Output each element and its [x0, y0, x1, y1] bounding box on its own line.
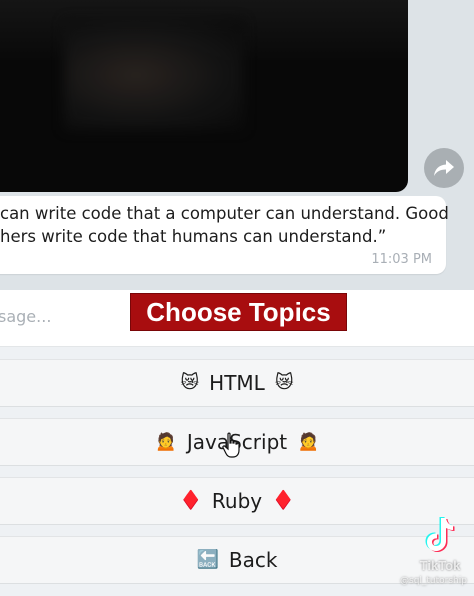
diamond-icon: ♦️: [272, 490, 295, 511]
keyboard-button-label: Back: [228, 548, 278, 572]
share-arrow-icon: [434, 160, 454, 176]
video-message[interactable]: [0, 0, 408, 192]
hand-pointer-icon: [222, 432, 240, 458]
message-line-1: can write code that a computer can under…: [0, 204, 449, 223]
share-button[interactable]: [424, 148, 464, 188]
tiktok-handle-text: @sql_tutorship: [400, 576, 467, 586]
frowning-person-icon: 🙍: [297, 431, 320, 452]
diamond-icon: ♦️: [179, 490, 202, 511]
tiktok-watermark: TikTok @sql_tutorship: [400, 514, 474, 596]
message-time: 11:03 PM: [371, 252, 432, 267]
crying-cat-icon: 😿: [274, 372, 294, 393]
video-frame-blur: [64, 20, 244, 130]
banner-title: Choose Topics: [146, 296, 331, 327]
back-arrow-icon: 🔙: [196, 549, 219, 570]
message-input-placeholder[interactable]: sage...: [0, 307, 51, 326]
message-line-2: hers write code that humans can understa…: [0, 227, 387, 246]
tiktok-logo-icon: [425, 517, 455, 552]
keyboard-button-label: HTML: [209, 371, 265, 395]
keyboard-button-html[interactable]: 😿 HTML 😿: [0, 359, 474, 407]
crying-cat-icon: 😿: [180, 372, 200, 393]
message-bubble: can write code that a computer can under…: [0, 196, 449, 274]
frowning-person-icon: 🙍: [154, 431, 177, 452]
choose-topics-banner: Choose Topics: [130, 293, 347, 331]
keyboard-button-label: Ruby: [211, 489, 263, 513]
message-text: can write code that a computer can under…: [0, 202, 449, 248]
tiktok-brand-text: TikTok: [419, 558, 461, 573]
keyboard-button-ruby[interactable]: ♦️ Ruby ♦️: [0, 477, 474, 525]
